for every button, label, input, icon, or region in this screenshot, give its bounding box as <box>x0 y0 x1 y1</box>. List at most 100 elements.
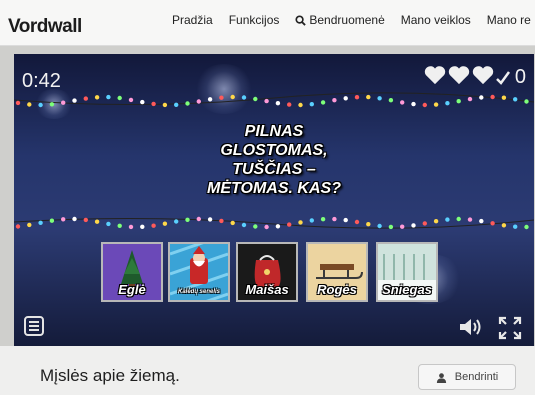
heart-icon <box>424 66 446 85</box>
light-bulb <box>332 98 337 103</box>
nav-label: Funkcijos <box>228 13 280 27</box>
light-bulb <box>253 96 258 102</box>
light-bulb <box>479 95 484 100</box>
search-icon <box>295 14 307 26</box>
string-lights-bottom <box>14 216 534 230</box>
light-bulb <box>185 101 190 106</box>
light-bulb <box>38 220 43 225</box>
share-label: Bendrinti <box>454 371 499 383</box>
light-bulb <box>61 100 66 105</box>
light-bulb <box>207 97 213 102</box>
light-bulb <box>162 102 168 108</box>
nav-item-home[interactable]: Pradžia <box>172 13 213 27</box>
light-bulb <box>230 94 235 100</box>
light-bulb <box>72 98 77 103</box>
light-bulb <box>524 224 529 230</box>
question-text: PILNAS GLOSTOMAS, TUŠČIAS – MĖTOMAS. KAS… <box>194 122 354 198</box>
light-bulb <box>83 96 89 101</box>
question-line: GLOSTOMAS, <box>220 142 328 159</box>
sound-icon[interactable] <box>458 316 484 338</box>
light-bulb <box>320 217 326 222</box>
light-bulb <box>94 95 100 100</box>
nav-item-features[interactable]: Funkcijos <box>229 13 280 27</box>
nav-label: Mano veiklos <box>400 13 471 27</box>
fullscreen-icon[interactable] <box>498 316 522 340</box>
light-bulb <box>445 101 450 106</box>
light-bulb <box>174 219 179 224</box>
answer-label: Kalėdų senelis <box>177 289 221 295</box>
nav-item-community[interactable]: Bendruomenė <box>295 13 385 27</box>
light-bulb <box>513 97 518 102</box>
light-bulb <box>320 100 326 105</box>
light-bulb <box>106 94 111 100</box>
light-bulb <box>196 99 201 104</box>
share-button[interactable]: Bendrinti <box>418 364 516 390</box>
main-nav: Pradžia Funkcijos Bendruomenė Mano veikl… <box>172 13 531 27</box>
light-bulb <box>456 99 461 104</box>
light-bulb <box>264 98 269 104</box>
light-bulb <box>433 219 439 224</box>
menu-line <box>29 321 39 323</box>
light-bulb <box>15 224 21 229</box>
light-bulb <box>140 99 145 105</box>
nav-item-my-results[interactable]: Mano re <box>487 13 531 27</box>
light-bulb <box>151 223 156 228</box>
light-bulb <box>354 219 360 225</box>
light-bulb <box>185 217 190 222</box>
answer-card-roges[interactable]: Rogės <box>306 242 368 302</box>
light-bulb <box>207 217 213 222</box>
check-icon <box>495 70 510 85</box>
menu-line <box>29 329 39 331</box>
light-bulb <box>501 95 507 100</box>
answer-label: Sniegas <box>382 282 432 297</box>
light-bulb <box>377 223 382 229</box>
light-bulb <box>433 102 439 107</box>
light-bulb <box>377 96 382 101</box>
light-bulb <box>72 216 77 222</box>
score-value: 0 <box>514 66 526 88</box>
light-bulb <box>174 102 179 107</box>
light-bulb <box>27 102 32 107</box>
light-bulb <box>343 96 348 101</box>
menu-button[interactable] <box>24 316 44 336</box>
nav-item-my-activities[interactable]: Mano veiklos <box>401 13 471 27</box>
answer-label: Rogės <box>317 282 357 297</box>
light-bulb <box>275 224 281 229</box>
light-bulb <box>456 216 461 222</box>
answer-label: Eglė <box>118 282 146 297</box>
light-bulb <box>422 221 427 226</box>
light-bulb <box>298 220 303 225</box>
score: 0 <box>495 66 526 89</box>
light-bulb <box>219 95 224 100</box>
answer-card-sniegas[interactable]: Sniegas <box>376 242 438 302</box>
light-bulb <box>490 94 495 100</box>
light-bulb <box>83 217 89 223</box>
menu-line <box>29 325 39 327</box>
lives <box>424 64 494 86</box>
light-bulb <box>479 218 484 224</box>
nav-label: Mano re <box>486 13 531 27</box>
logo[interactable]: Vordwall <box>8 16 82 38</box>
light-bulb <box>332 216 337 222</box>
light-bulb <box>388 98 394 103</box>
light-bulb <box>117 223 122 228</box>
answer-card-maisas[interactable]: Maišas <box>236 242 298 302</box>
light-bulb <box>287 102 292 107</box>
answer-card-egle[interactable]: Eglė <box>101 242 163 302</box>
light-bulb <box>241 95 247 100</box>
light-bulb <box>219 218 224 224</box>
light-bulb <box>241 222 247 228</box>
answer-card-santa[interactable]: Kalėdų senelis <box>168 242 230 302</box>
light-bulb <box>298 102 303 108</box>
light-bulb <box>162 221 168 226</box>
light-bulb <box>445 217 450 222</box>
light-bulb <box>49 218 55 223</box>
light-bulb <box>343 217 348 223</box>
light-bulb <box>94 219 100 224</box>
light-bulb <box>467 217 473 222</box>
light-bulb <box>467 96 473 102</box>
light-bulb <box>230 220 235 226</box>
light-bulb <box>309 102 314 107</box>
light-bulb <box>196 216 201 222</box>
light-bulb <box>388 224 394 230</box>
